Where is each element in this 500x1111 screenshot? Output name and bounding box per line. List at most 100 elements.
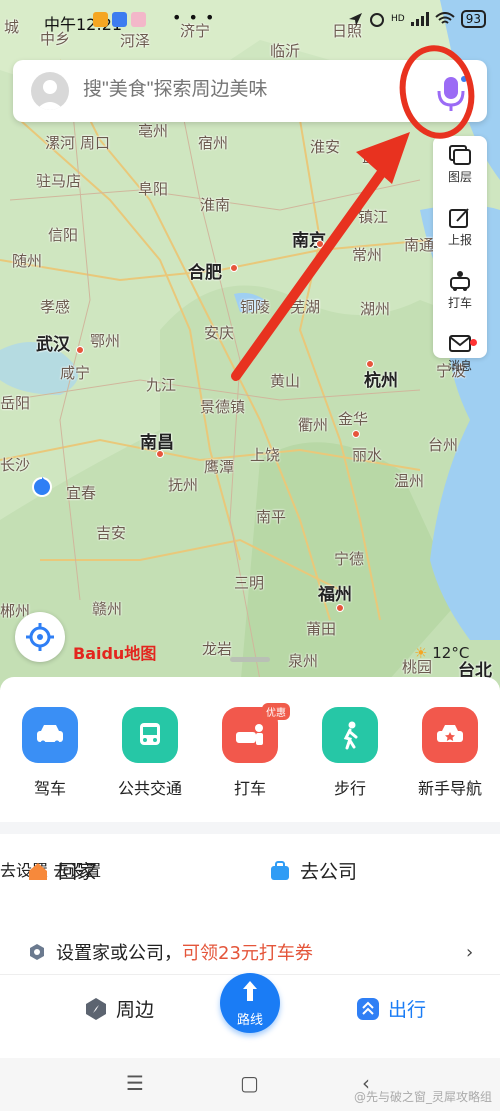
map-city: 福州 bbox=[318, 585, 352, 605]
map-tools-panel: 图层 上报 打车 消息 bbox=[433, 136, 487, 373]
map-city: 鹰潭 bbox=[204, 458, 235, 476]
weather-widget[interactable]: ☀ 12°C bbox=[414, 644, 469, 662]
layers-icon bbox=[449, 145, 471, 165]
crosshair-icon bbox=[26, 623, 54, 651]
mode-taxi[interactable]: 优惠 打车 bbox=[200, 703, 300, 799]
map-city: 鄂州 bbox=[90, 332, 121, 350]
map-city: 驻马店 bbox=[36, 172, 82, 190]
map-city: 铜陵 bbox=[240, 298, 271, 316]
tool-label: 打车 bbox=[447, 296, 472, 310]
map-city: 宜春 bbox=[66, 484, 97, 502]
map-city: 上饶 bbox=[250, 446, 281, 464]
tool-messages[interactable]: 消息 bbox=[433, 333, 487, 388]
map-marker bbox=[352, 430, 360, 438]
map-city: 亳州 bbox=[138, 122, 169, 140]
map-city: 九江 bbox=[146, 376, 177, 394]
home-button[interactable]: ▢ bbox=[240, 1071, 259, 1095]
map-city: 黄山 bbox=[270, 372, 301, 390]
tool-report[interactable]: 上报 bbox=[433, 207, 487, 262]
mode-label: 打车 bbox=[233, 779, 266, 798]
mode-new-nav[interactable]: 新手导航 bbox=[400, 707, 500, 799]
home-label: 回家 bbox=[58, 861, 97, 883]
baidu-map-logo: Baidu地图 bbox=[73, 644, 157, 663]
map-marker bbox=[366, 360, 374, 368]
map-city: 阜阳 bbox=[138, 180, 169, 198]
mode-drive[interactable]: 驾车 bbox=[0, 707, 100, 799]
alarm-icon bbox=[370, 13, 385, 27]
watermark: @先与破之窗_灵犀攻略组 bbox=[353, 1090, 492, 1104]
mode-label: 驾车 bbox=[33, 779, 66, 798]
map-city: 周口 bbox=[80, 134, 111, 152]
tool-taxi[interactable]: 打车 bbox=[433, 270, 487, 325]
discount-badge: 优惠 bbox=[262, 703, 290, 720]
map-marker bbox=[76, 346, 84, 354]
report-icon bbox=[449, 208, 469, 228]
tool-label: 消息 bbox=[447, 359, 472, 373]
map-city: 南平 bbox=[256, 508, 287, 526]
home-shortcut[interactable]: 回家 bbox=[28, 857, 96, 884]
section-divider bbox=[0, 822, 500, 834]
mode-label: 新手导航 bbox=[417, 779, 482, 798]
route-arrow-icon bbox=[243, 981, 257, 1001]
bottom-nav: 周边 路线 出行 bbox=[0, 973, 500, 1059]
map-city: 盐城 bbox=[362, 148, 393, 166]
map-city: 宿州 bbox=[198, 134, 229, 152]
tool-layers[interactable]: 图层 bbox=[433, 144, 487, 199]
star-car-icon bbox=[422, 707, 478, 763]
tool-label: 上报 bbox=[447, 233, 472, 247]
nav-travel[interactable]: 出行 bbox=[356, 995, 426, 1022]
map-city: 临沂 bbox=[270, 42, 301, 60]
nav-label: 出行 bbox=[388, 999, 427, 1021]
mode-transit[interactable]: 公共交通 bbox=[100, 707, 200, 799]
route-button[interactable]: 路线 bbox=[220, 973, 280, 1033]
nav-around[interactable]: 周边 bbox=[84, 995, 154, 1022]
map-marker bbox=[336, 604, 344, 612]
map-city: 抚州 bbox=[168, 476, 199, 494]
map-city: 合肥 bbox=[188, 263, 222, 283]
map-city: 赣州 bbox=[92, 600, 123, 618]
map-city: 衢州 bbox=[298, 416, 329, 434]
nav-label: 周边 bbox=[116, 999, 155, 1021]
chevron-right-icon: › bbox=[466, 941, 474, 963]
work-shortcut[interactable]: 去公司 bbox=[270, 857, 357, 884]
tool-label: 图层 bbox=[447, 170, 472, 184]
locate-button[interactable] bbox=[15, 612, 65, 662]
mode-walk[interactable]: 步行 bbox=[300, 707, 400, 799]
map-city: 岳阳 bbox=[0, 394, 31, 412]
notification-icons bbox=[93, 12, 150, 31]
search-input[interactable] bbox=[81, 78, 385, 102]
message-icon bbox=[449, 335, 471, 352]
map-city: 三明 bbox=[234, 574, 265, 592]
travel-modes: 驾车 公共交通 优惠 打车 步行 新手导航 bbox=[0, 703, 500, 799]
app-notification-icon bbox=[112, 12, 127, 27]
map-city: 武汉 bbox=[36, 335, 70, 355]
microphone-icon[interactable] bbox=[431, 73, 471, 113]
map-city: 淮安 bbox=[310, 138, 341, 156]
car-icon bbox=[22, 707, 78, 763]
app-notification-icon bbox=[131, 12, 146, 27]
map-city: 丽水 bbox=[352, 446, 383, 464]
recent-apps-button[interactable]: ☰ bbox=[126, 1071, 144, 1095]
map-city: 镇江 bbox=[358, 208, 389, 226]
bus-icon bbox=[122, 707, 178, 763]
wifi-icon bbox=[435, 12, 455, 24]
map-city: 吉安 bbox=[96, 524, 127, 542]
map-city: 杭州 bbox=[364, 371, 398, 391]
hexagon-icon bbox=[30, 944, 44, 960]
sun-icon: ☀ bbox=[414, 644, 428, 662]
setup-promo-row[interactable]: 设置家或公司， 可领23元打车券 › bbox=[28, 939, 473, 965]
taxi-icon bbox=[450, 271, 470, 291]
favorite-places: 回家 去设置 去公司 去设置 bbox=[0, 857, 500, 907]
map-city: 龙岩 bbox=[202, 640, 233, 658]
map-city: 长沙 bbox=[0, 456, 31, 474]
map-city: 莆田 bbox=[306, 620, 337, 638]
map-marker bbox=[230, 264, 238, 272]
drag-handle[interactable] bbox=[230, 657, 270, 662]
map-city: 信阳 bbox=[48, 226, 79, 244]
map-city: 淮南 bbox=[200, 196, 231, 214]
search-bar[interactable] bbox=[13, 60, 487, 122]
map-city: 漯河 bbox=[45, 134, 76, 152]
avatar[interactable] bbox=[31, 72, 69, 110]
work-label: 去公司 bbox=[300, 861, 358, 883]
map-city: 景德镇 bbox=[200, 398, 246, 416]
